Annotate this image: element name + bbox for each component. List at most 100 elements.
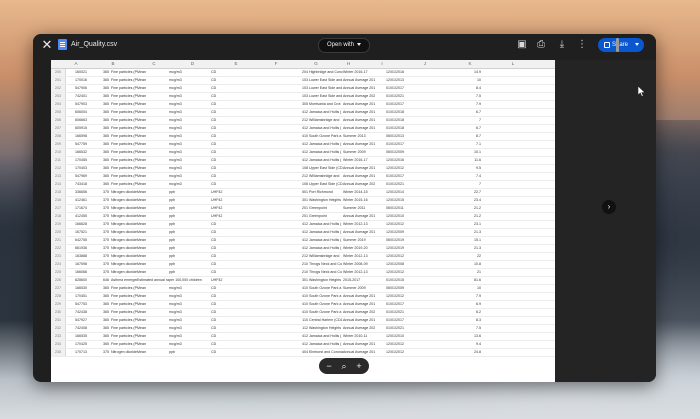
table-cell[interactable]: 204 [296, 69, 308, 76]
table-cell[interactable]: CD [211, 109, 256, 116]
table-cell[interactable]: 6.9 [431, 301, 481, 308]
table-cell[interactable]: 9.4 [431, 341, 481, 348]
table-cell[interactable]: 22 [431, 253, 481, 260]
table-cell[interactable]: 7.9 [431, 101, 481, 108]
table-cell[interactable]: 365 [87, 125, 109, 132]
table-row[interactable]: 227166530365Fine particles (PM 2.5)Meanm… [51, 285, 555, 293]
table-cell[interactable]: 170455 [65, 157, 87, 164]
table-cell[interactable]: mcg/m3 [169, 109, 211, 116]
table-row[interactable]: 202547906365Fine particles (PM 2.5)Meanm… [51, 85, 555, 93]
table-cell[interactable]: mcg/m3 [169, 133, 211, 140]
table-cell[interactable]: 170403 [65, 165, 87, 172]
table-cell[interactable]: 01/01/2017 [386, 317, 431, 324]
table-cell[interactable]: Nitrogen dioxide (NO [111, 213, 137, 220]
table-row[interactable]: 235170713375Nitrogen dioxide (NOMeanppbC… [51, 349, 555, 357]
table-row[interactable]: 209547759365Fine particles (PM 2.5)Meanm… [51, 141, 555, 149]
table-cell[interactable]: CD [211, 69, 256, 76]
table-cell[interactable]: Fine particles (PM 2.5) [111, 125, 137, 132]
table-cell[interactable]: Mean [137, 245, 169, 252]
table-cell[interactable]: CD [211, 181, 256, 188]
table-cell[interactable]: 212 [296, 117, 308, 124]
table-row[interactable]: 234170425365Fine particles (PM 2.5)Meanm… [51, 341, 555, 349]
table-cell[interactable]: mcg/m3 [169, 141, 211, 148]
table-cell[interactable]: Summer 2013 [343, 133, 386, 140]
table-cell[interactable]: mcg/m3 [169, 317, 211, 324]
table-cell[interactable]: 160021 [65, 69, 87, 76]
table-cell[interactable]: ppb [169, 269, 211, 276]
table-cell[interactable]: CD [211, 269, 256, 276]
table-row[interactable]: 229547753365Fine particles (PM 2.5)Meanm… [51, 301, 555, 309]
table-cell[interactable]: 11.6 [431, 157, 481, 164]
table-cell[interactable]: 410 [296, 301, 308, 308]
table-cell[interactable]: mcg/m3 [169, 69, 211, 76]
table-cell[interactable]: 642755 [65, 237, 87, 244]
table-row[interactable]: 215336656375Nitrogen dioxide (NOMeanppbU… [51, 189, 555, 197]
table-cell[interactable]: Nitrogen dioxide (NO [111, 229, 137, 236]
table-cell[interactable]: 547759 [65, 141, 87, 148]
table-row[interactable]: 205606004365Fine particles (PM 2.5)Meanm… [51, 109, 555, 117]
table-cell[interactable]: mcg/m3 [169, 125, 211, 132]
table-cell[interactable]: 166598 [65, 133, 87, 140]
table-cell[interactable]: mcg/m3 [169, 93, 211, 100]
table-cell[interactable]: 12/01/2016 [386, 69, 431, 76]
table-cell[interactable]: 365 [87, 317, 109, 324]
table-cell[interactable]: 301 [296, 277, 308, 284]
table-cell[interactable]: 167521 [65, 229, 87, 236]
table-cell[interactable]: Washington Heights [309, 277, 343, 284]
table-cell[interactable]: 12/01/2019 [386, 245, 431, 252]
table-cell[interactable]: 01/01/2017 [386, 301, 431, 308]
table-cell[interactable]: 410 [296, 309, 308, 316]
table-cell[interactable]: Mean [137, 221, 169, 228]
table-cell[interactable]: mcg/m3 [169, 85, 211, 92]
table-cell[interactable]: Mean [137, 205, 169, 212]
table-cell[interactable]: 210 [296, 269, 308, 276]
table-cell[interactable]: 365 [87, 133, 109, 140]
table-cell[interactable]: Williamsbridge and [309, 117, 343, 124]
table-cell[interactable]: mcg/m3 [169, 173, 211, 180]
table-cell[interactable]: Mean [137, 237, 169, 244]
table-cell[interactable]: 170713 [65, 349, 87, 356]
table-cell[interactable]: Fine particles (PM 2.5) [111, 325, 137, 332]
table-cell[interactable]: Morrisania and Crot [309, 101, 343, 108]
table-cell[interactable]: Winter 2012-13 [343, 253, 386, 260]
table-cell[interactable]: ppb [169, 349, 211, 356]
table-cell[interactable]: Winter 2019-20 [343, 245, 386, 252]
table-row[interactable]: 218412455375Nitrogen dioxide (NOMeanppbU… [51, 213, 555, 221]
table-cell[interactable]: 12/01/2016 [386, 157, 431, 164]
table-cell[interactable]: mcg/m3 [169, 309, 211, 316]
table-cell[interactable]: 501 [296, 189, 308, 196]
table-cell[interactable]: Summer 2011 [343, 205, 386, 212]
table-cell[interactable]: 12/01/2015 [386, 197, 431, 204]
table-cell[interactable]: 412 [296, 125, 308, 132]
table-cell[interactable]: 365 [87, 285, 109, 292]
table-cell[interactable]: 365 [87, 77, 109, 84]
table-cell[interactable]: 365 [87, 309, 109, 316]
table-cell[interactable]: CD [211, 117, 256, 124]
table-cell[interactable]: Winter 2010-11 [343, 333, 386, 340]
close-icon[interactable]: ✕ [40, 38, 54, 52]
table-cell[interactable]: 375 [87, 213, 109, 220]
table-cell[interactable]: Jamaica and Hollis ( [309, 109, 343, 116]
table-cell[interactable]: 301 [296, 197, 308, 204]
table-cell[interactable]: 21.3 [431, 229, 481, 236]
table-cell[interactable]: Mean [137, 109, 169, 116]
table-cell[interactable]: Fine particles (PM 2.5) [111, 101, 137, 108]
table-cell[interactable]: 10.1 [431, 149, 481, 156]
table-cell[interactable]: Annual Average 201 [343, 101, 386, 108]
table-cell[interactable]: 103 [296, 77, 308, 84]
table-cell[interactable]: 01/01/2018 [386, 117, 431, 124]
table-cell[interactable]: Fine particles (PM 2.5) [111, 301, 137, 308]
table-row[interactable]: 211170455365Fine particles (PM 2.5)Meanm… [51, 157, 555, 165]
table-cell[interactable]: Mean [137, 309, 169, 316]
table-cell[interactable]: 375 [87, 261, 109, 268]
table-cell[interactable]: CD [211, 165, 256, 172]
table-cell[interactable]: 7.4 [431, 173, 481, 180]
table-cell[interactable]: Mean [137, 349, 169, 356]
table-cell[interactable]: 412 [296, 221, 308, 228]
table-cell[interactable]: Fine particles (PM 2.5) [111, 165, 137, 172]
table-cell[interactable]: Nitrogen dioxide (NO [111, 197, 137, 204]
table-cell[interactable]: CD [211, 141, 256, 148]
table-cell[interactable]: Mean [137, 189, 169, 196]
table-cell[interactable]: 201 [296, 205, 308, 212]
table-cell[interactable]: 06/01/2019 [386, 237, 431, 244]
